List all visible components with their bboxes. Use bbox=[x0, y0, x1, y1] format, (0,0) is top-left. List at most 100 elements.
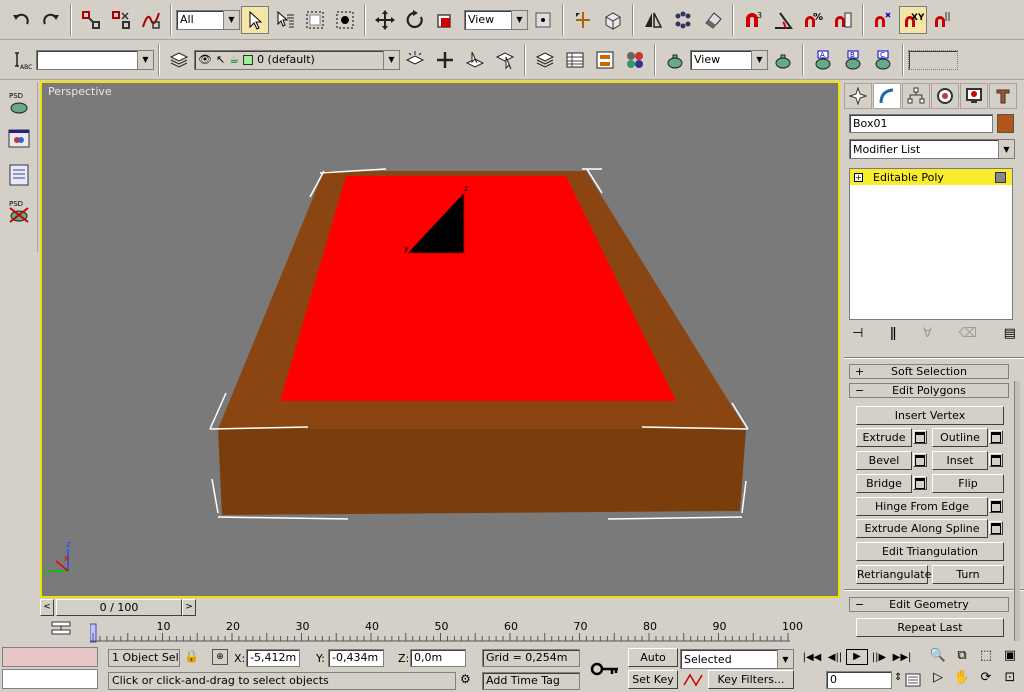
mirror-icon[interactable] bbox=[639, 6, 667, 34]
psd-remove-icon[interactable]: PSD bbox=[4, 196, 34, 226]
maximize-viewport-icon[interactable]: ⊡ bbox=[998, 670, 1022, 685]
stack-item-toggle[interactable] bbox=[995, 171, 1006, 183]
zoom-icon[interactable]: 🔍 bbox=[926, 648, 950, 663]
extrude-button[interactable]: Extrude bbox=[856, 428, 912, 447]
spinner-snap-toggle-icon[interactable] bbox=[829, 6, 857, 34]
field-of-view-icon[interactable]: ▷ bbox=[926, 670, 950, 685]
track-bar[interactable]: 10 20 30 40 50 60 70 80 90 100 bbox=[40, 618, 844, 644]
retriangulate-button[interactable]: Retriangulate bbox=[856, 565, 931, 584]
pivot-center-icon[interactable] bbox=[529, 6, 557, 34]
absolute-transform-icon[interactable]: ⊕ bbox=[212, 649, 228, 665]
rectangular-selection-region-icon[interactable] bbox=[301, 6, 329, 34]
inset-settings-button[interactable] bbox=[989, 453, 1003, 467]
create-layer-icon[interactable] bbox=[401, 46, 429, 74]
edit-geometry-rollout[interactable]: − Edit Geometry bbox=[849, 597, 1009, 612]
make-unique-icon[interactable]: ∀ bbox=[923, 326, 932, 341]
bevel-settings-button[interactable] bbox=[913, 453, 927, 467]
show-end-result-icon[interactable]: ǁ bbox=[890, 326, 896, 341]
hinge-from-edge-settings-button[interactable] bbox=[989, 499, 1003, 513]
redo-icon[interactable] bbox=[37, 6, 65, 34]
undo-icon[interactable] bbox=[7, 6, 35, 34]
maxscript-listener-pink[interactable] bbox=[2, 647, 98, 667]
display-tab-icon[interactable] bbox=[960, 83, 988, 109]
extrude-settings-button[interactable] bbox=[913, 430, 927, 444]
quick-render-icon[interactable] bbox=[769, 46, 797, 74]
set-keys-key-icon[interactable] bbox=[586, 652, 624, 686]
zoom-extents-all-icon[interactable]: ▣ bbox=[998, 648, 1022, 663]
next-frame-icon[interactable]: ||▶ bbox=[868, 652, 890, 663]
snap-options-icon[interactable] bbox=[929, 6, 957, 34]
create-tab-icon[interactable] bbox=[844, 83, 872, 109]
hinge-from-edge-button[interactable]: Hinge From Edge bbox=[856, 497, 988, 516]
time-tag-icon[interactable]: ⚙ bbox=[460, 672, 471, 686]
time-slider-thumb[interactable]: 0 / 100 bbox=[56, 599, 182, 616]
maxscript-listener-white[interactable] bbox=[2, 669, 98, 689]
edit-triangulation-button[interactable]: Edit Triangulation bbox=[856, 542, 1004, 561]
align-icon[interactable] bbox=[669, 6, 697, 34]
frame-spinner-icon[interactable]: ⇕ bbox=[894, 672, 902, 683]
hierarchy-tab-icon[interactable] bbox=[902, 83, 930, 109]
flip-button[interactable]: Flip bbox=[932, 474, 1004, 493]
soft-selection-rollout[interactable]: + Soft Selection bbox=[849, 364, 1009, 379]
lock-icon[interactable]: 🔒 bbox=[184, 649, 199, 663]
go-to-end-icon[interactable]: ▶▶| bbox=[890, 652, 914, 663]
psd-render-icon[interactable]: PSD bbox=[4, 88, 34, 118]
select-and-move-icon[interactable] bbox=[371, 6, 399, 34]
extrude-along-spline-settings-button[interactable] bbox=[989, 521, 1003, 535]
render-c-teapot-icon[interactable]: C bbox=[869, 46, 897, 74]
select-object-icon[interactable] bbox=[241, 5, 269, 34]
layer-dropdown[interactable]: 👁 ↖ ☕ 0 (default) ▼ bbox=[194, 49, 400, 70]
perspective-viewport[interactable]: Perspective z y z y x bbox=[40, 81, 840, 598]
render-b-teapot-icon[interactable]: B bbox=[839, 46, 867, 74]
material-editor-icon[interactable] bbox=[621, 46, 649, 74]
select-and-manipulate-icon[interactable] bbox=[569, 6, 597, 34]
layer-stack-icon[interactable] bbox=[531, 46, 559, 74]
render-frame-window-icon[interactable] bbox=[4, 124, 34, 154]
outline-settings-button[interactable] bbox=[989, 430, 1003, 444]
previous-frame-icon[interactable]: ◀|| bbox=[824, 652, 846, 663]
key-mode-dropdown[interactable]: Selected ▼ bbox=[680, 649, 794, 669]
layer-manager-icon[interactable] bbox=[165, 46, 193, 74]
render-teapot-icon[interactable] bbox=[661, 46, 689, 74]
bridge-settings-button[interactable] bbox=[913, 476, 927, 490]
percent-snap-toggle-icon[interactable]: % bbox=[799, 6, 827, 34]
window-crossing-icon[interactable] bbox=[331, 6, 359, 34]
command-panel-scrollbar[interactable] bbox=[1014, 381, 1020, 641]
pan-hand-icon[interactable]: ✋ bbox=[950, 670, 974, 685]
selection-filter-dropdown[interactable]: All ▼ bbox=[176, 9, 240, 30]
pin-stack-icon[interactable]: ⊣ bbox=[852, 326, 863, 341]
reference-coordinate-dropdown[interactable]: View ▼ bbox=[464, 9, 528, 30]
text-abc-icon[interactable]: ABC bbox=[7, 46, 35, 74]
stack-item-editable-poly[interactable]: + Editable Poly bbox=[850, 169, 1012, 185]
select-objects-in-layer-icon[interactable] bbox=[461, 46, 489, 74]
arc-rotate-icon[interactable]: ⟳ bbox=[974, 670, 998, 685]
inset-button[interactable]: Inset bbox=[932, 451, 988, 470]
chevron-left-icon[interactable]: < bbox=[40, 599, 54, 616]
object-color-swatch[interactable] bbox=[997, 114, 1014, 133]
modifier-list-dropdown[interactable]: Modifier List ▼ bbox=[849, 139, 1015, 159]
named-selection-set-dropdown[interactable]: ▼ bbox=[36, 49, 154, 70]
schematic-view-icon[interactable] bbox=[591, 46, 619, 74]
bind-to-space-warp-icon[interactable] bbox=[137, 6, 165, 34]
auto-key-button[interactable]: Auto Key bbox=[628, 648, 678, 681]
zoom-all-icon[interactable]: ⧉ bbox=[950, 648, 974, 663]
toolbar-overflow-field[interactable] bbox=[908, 49, 958, 70]
outline-button[interactable]: Outline bbox=[932, 428, 988, 447]
object-name-input[interactable]: Box01 bbox=[849, 114, 993, 133]
select-and-rotate-icon[interactable] bbox=[401, 6, 429, 34]
repeat-last-button[interactable]: Repeat Last bbox=[856, 618, 1004, 637]
add-to-layer-icon[interactable] bbox=[431, 46, 459, 74]
current-frame-field[interactable]: 0 bbox=[826, 671, 892, 689]
zoom-extents-icon[interactable]: ⬚ bbox=[974, 648, 998, 663]
turn-button[interactable]: Turn bbox=[932, 565, 1004, 584]
unlink-selection-icon[interactable] bbox=[107, 6, 135, 34]
key-filters-button[interactable]: Key Filters... bbox=[708, 670, 794, 689]
add-time-tag-button[interactable]: Add Time Tag bbox=[482, 672, 580, 690]
select-and-scale-icon[interactable] bbox=[431, 6, 459, 34]
modify-tab-icon[interactable] bbox=[873, 83, 901, 109]
set-current-layer-icon[interactable] bbox=[491, 46, 519, 74]
extrude-along-spline-button[interactable]: Extrude Along Spline bbox=[856, 519, 988, 538]
configure-modifier-sets-icon[interactable]: ▤ bbox=[1004, 326, 1016, 341]
angle-snap-toggle-icon[interactable] bbox=[769, 6, 797, 34]
select-by-name-icon[interactable] bbox=[271, 6, 299, 34]
